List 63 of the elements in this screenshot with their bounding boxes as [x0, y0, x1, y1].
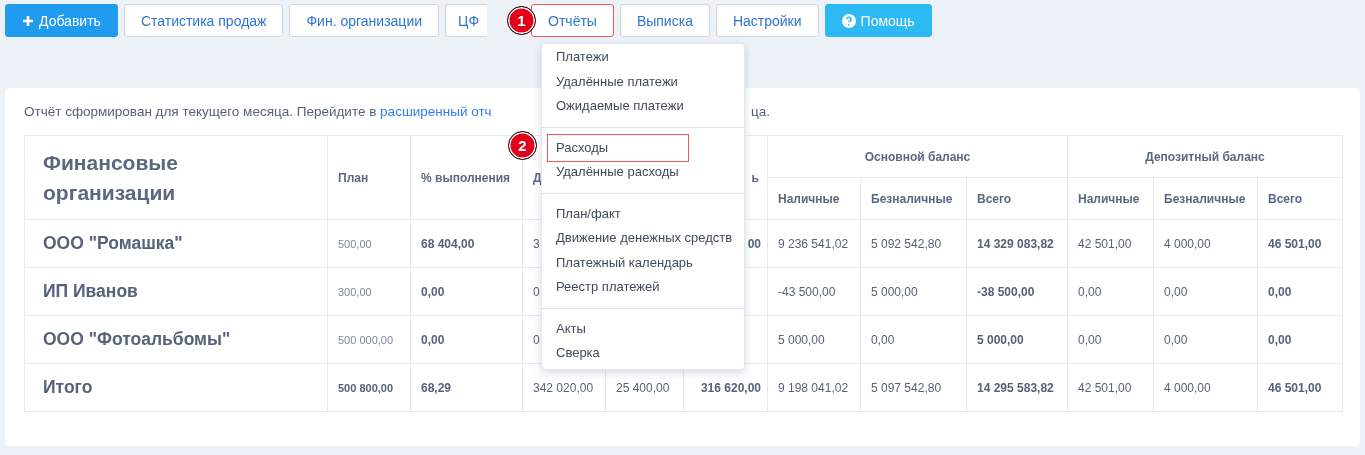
table-cell: -38 500,00: [966, 267, 1068, 316]
table-cell: 5 000,00: [966, 315, 1068, 364]
nav-button[interactable]: Фин. организации: [289, 4, 440, 37]
menu-item[interactable]: Удалённые платежи: [548, 71, 686, 92]
report-note-end: ца.: [751, 103, 770, 121]
column-header: Всего: [966, 177, 1068, 220]
column-header: Наличные: [1067, 177, 1154, 220]
column-header: Финансовые организации: [24, 135, 328, 220]
table-cell: 0,00: [1067, 315, 1154, 364]
table-cell: -43 500,00: [767, 267, 861, 316]
table-cell: 4 000,00: [1153, 363, 1258, 412]
table-cell: 5 000,00: [767, 315, 861, 364]
report-note: Отчёт сформирован для текущего месяца. Перейдите в расширенный отч: [24, 103, 492, 121]
organization-cell: Итого: [24, 363, 328, 412]
plus-icon: [22, 14, 34, 27]
table-cell: 500 000,00: [327, 315, 411, 364]
table-cell: 5 092 542,80: [860, 219, 967, 268]
nav-button[interactable]: ЦФ: [445, 4, 488, 37]
table-cell: 4 000,00: [1153, 219, 1258, 268]
table-cell: 9 236 541,02: [767, 219, 861, 268]
nav-button[interactable]: Статистика продаж: [123, 4, 284, 37]
column-header: Наличные: [767, 177, 861, 220]
table-cell: 42 501,00: [1067, 219, 1154, 268]
menu-item[interactable]: Акты: [548, 318, 594, 339]
table-cell: 0,00: [410, 315, 523, 364]
table-cell: 14 329 083,82: [966, 219, 1068, 268]
extended-report-link[interactable]: расширенный отч: [380, 104, 492, 119]
column-header: Безналичные: [1153, 177, 1258, 220]
table-cell: 68,29: [410, 363, 523, 412]
nav-button[interactable]: Выписка: [619, 4, 710, 37]
help-icon: [841, 13, 856, 28]
table-cell: 500,00: [327, 219, 411, 268]
table-cell: 0,00: [1153, 315, 1258, 364]
table-cell: 5 097 542,80: [860, 363, 967, 412]
table-cell: 0,00: [860, 315, 967, 364]
table-cell: 0,00: [1257, 315, 1343, 364]
menu-item[interactable]: Платежи: [548, 47, 617, 68]
nav-button[interactable]: Настройки: [715, 4, 819, 37]
table-cell: 0,00: [1153, 267, 1258, 316]
group-header: Депозитный баланс: [1067, 135, 1343, 178]
table-cell: 5 000,00: [860, 267, 967, 316]
organization-cell: ИП Иванов: [24, 267, 328, 316]
group-header: Основной баланс: [767, 135, 1068, 178]
column-header: Всего: [1257, 177, 1343, 220]
organization-cell: ООО "Фотоальбомы": [24, 315, 328, 364]
table-cell: 0,00: [1257, 267, 1343, 316]
step-badge: 1: [507, 6, 536, 35]
nav-button[interactable]: Отчёты: [531, 4, 614, 37]
table-cell: 300,00: [327, 267, 411, 316]
table-cell: 500 800,00: [327, 363, 411, 412]
menu-item[interactable]: Сверка: [548, 343, 608, 364]
table-cell: 0,00: [410, 267, 523, 316]
table-cell: 68 404,00: [410, 219, 523, 268]
table-cell: 46 501,00: [1257, 363, 1343, 412]
table-cell: 46 501,00: [1257, 219, 1343, 268]
table-cell: 14 295 583,82: [966, 363, 1068, 412]
organization-cell: ООО "Ромашка": [24, 219, 328, 268]
menu-item[interactable]: Ожидаемые платежи: [548, 96, 692, 117]
table-cell: 9 198 041,02: [767, 363, 861, 412]
table-cell: 42 501,00: [1067, 363, 1154, 412]
table-cell: 0,00: [1067, 267, 1154, 316]
column-header: Безналичные: [860, 177, 967, 220]
column-header: План: [327, 135, 411, 220]
